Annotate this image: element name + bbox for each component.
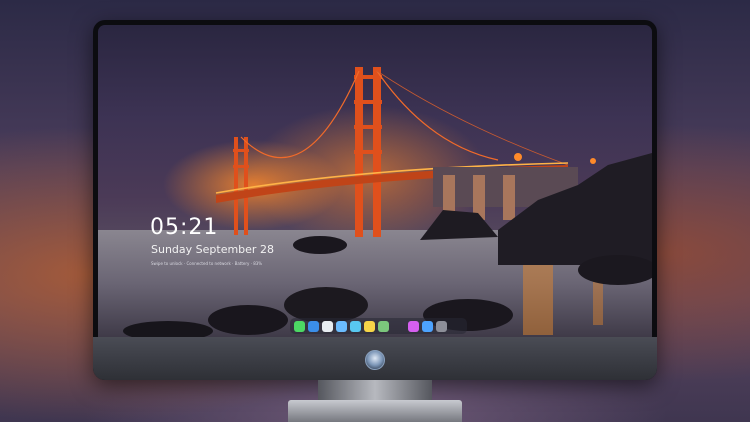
safari-icon[interactable] (322, 320, 333, 332)
monitor-stand-foot (288, 400, 462, 422)
music-icon[interactable] (408, 320, 419, 332)
lock-clock: 05:21 (150, 215, 219, 240)
camera-icon[interactable] (436, 320, 447, 332)
lock-status-line: Swipe to unlock · Connected to network ·… (151, 261, 263, 266)
monitor-chin (93, 337, 657, 380)
lock-date: Sunday September 28 (151, 243, 274, 256)
notes-icon[interactable] (364, 320, 375, 332)
messages-icon[interactable] (294, 320, 305, 332)
screen: 05:21 Sunday September 28 Swipe to unloc… (98, 25, 652, 337)
monitor-stand-neck (318, 380, 432, 402)
clapper-icon[interactable] (350, 320, 361, 332)
photos-icon[interactable] (378, 320, 389, 332)
dock (290, 318, 467, 334)
bridge-wallpaper (98, 67, 652, 337)
finder-icon[interactable] (308, 320, 319, 332)
calendar-icon[interactable] (336, 320, 347, 332)
monitor: 05:21 Sunday September 28 Swipe to unloc… (93, 20, 657, 380)
app-store-icon[interactable] (422, 320, 433, 332)
brand-logo (365, 350, 385, 370)
